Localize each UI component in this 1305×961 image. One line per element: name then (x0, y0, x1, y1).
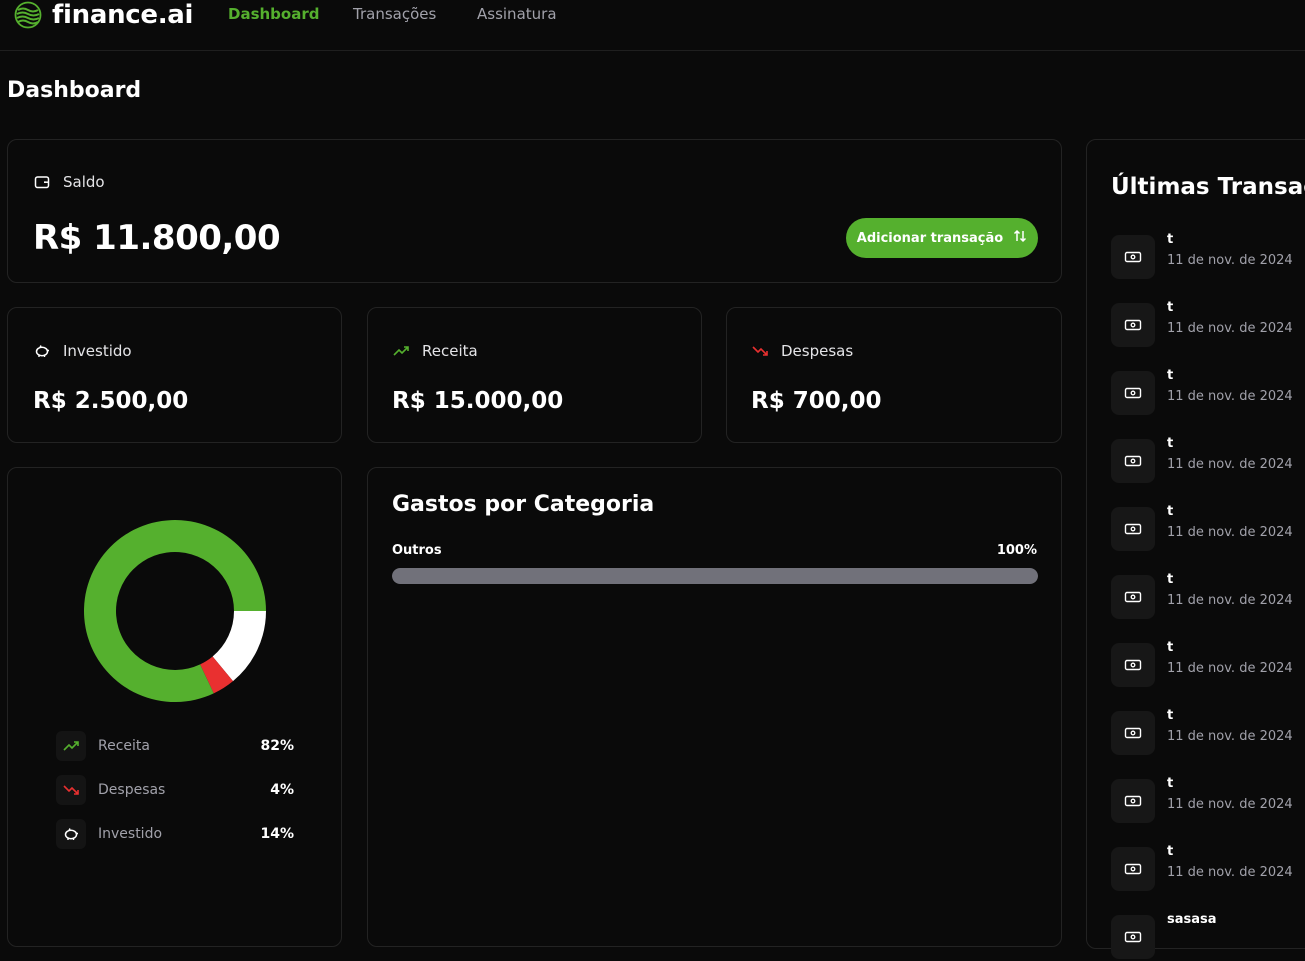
banknote-icon (1111, 303, 1155, 347)
transaction-item[interactable]: t 11 de nov. de 2024 (1111, 640, 1305, 689)
transaction-date: 11 de nov. de 2024 (1167, 661, 1293, 676)
category-progress-bar (392, 568, 1038, 584)
banknote-icon (1111, 371, 1155, 415)
add-transaction-label: Adicionar transação (856, 230, 1004, 246)
category-section-title: Gastos por Categoria (392, 492, 655, 517)
transaction-item[interactable]: t 11 de nov. de 2024 (1111, 232, 1305, 281)
banknote-icon (1111, 643, 1155, 687)
expenses-by-category-card: Gastos por Categoria Outros 100% (367, 467, 1062, 947)
transaction-date: 11 de nov. de 2024 (1167, 593, 1293, 608)
transactions-title: Últimas Transações (1111, 174, 1305, 200)
transaction-item[interactable]: t 11 de nov. de 2024 (1111, 776, 1305, 825)
receita-label: Receita (422, 342, 478, 360)
banknote-icon (1111, 847, 1155, 891)
balance-label-row: Saldo (33, 173, 105, 191)
transaction-name: t (1167, 436, 1174, 451)
transaction-item[interactable]: sasasa (1111, 912, 1305, 961)
wallet-icon (33, 173, 51, 191)
transaction-name: t (1167, 640, 1174, 655)
investido-label: Investido (63, 342, 132, 360)
receita-card: Receita R$ 15.000,00 (367, 307, 702, 443)
page-title: Dashboard (7, 78, 142, 103)
category-progress-fill (392, 568, 1038, 584)
legend-label: Despesas (98, 782, 166, 798)
receita-label-row: Receita (392, 342, 478, 360)
balance-label: Saldo (63, 173, 105, 191)
banknote-icon (1111, 915, 1155, 959)
transaction-item[interactable]: t 11 de nov. de 2024 (1111, 436, 1305, 485)
category-percent: 100% (996, 543, 1037, 558)
distribution-chart-card: Receita 82% Despesas 4% Investido 14% (7, 467, 342, 947)
transaction-item[interactable]: t 11 de nov. de 2024 (1111, 504, 1305, 553)
banknote-icon (1111, 439, 1155, 483)
latest-transactions-card: Últimas Transações t 11 de nov. de 2024 … (1086, 139, 1305, 959)
add-transaction-button[interactable]: Adicionar transação (846, 218, 1038, 258)
legend-pct: 14% (260, 826, 294, 842)
piggy-bank-icon (33, 342, 51, 360)
trending-up-icon (56, 731, 86, 761)
transaction-date: 11 de nov. de 2024 (1167, 321, 1293, 336)
legend-item-receita: Receita 82% (56, 731, 294, 761)
top-navbar: finance.ai Dashboard Transações Assinatu… (0, 0, 1305, 51)
despesas-label-row: Despesas (751, 342, 853, 360)
transaction-name: t (1167, 232, 1174, 247)
category-name: Outros (392, 543, 442, 558)
logo[interactable]: finance.ai (14, 0, 193, 32)
nav-dashboard[interactable]: Dashboard (228, 5, 319, 23)
donut-chart (84, 520, 267, 702)
legend-label: Receita (98, 738, 150, 754)
transaction-item[interactable]: t 11 de nov. de 2024 (1111, 572, 1305, 621)
legend-pct: 4% (270, 782, 294, 798)
receita-value: R$ 15.000,00 (392, 388, 564, 414)
transaction-item[interactable]: t 11 de nov. de 2024 (1111, 844, 1305, 893)
investido-value: R$ 2.500,00 (33, 388, 189, 414)
banknote-icon (1111, 711, 1155, 755)
transaction-date: 11 de nov. de 2024 (1167, 729, 1293, 744)
transaction-date: 11 de nov. de 2024 (1167, 865, 1293, 880)
despesas-value: R$ 700,00 (751, 388, 882, 414)
banknote-icon (1111, 235, 1155, 279)
transaction-item[interactable]: t 11 de nov. de 2024 (1111, 368, 1305, 417)
transaction-name: sasasa (1167, 912, 1217, 927)
trending-down-icon (751, 342, 769, 360)
arrow-up-down-icon (1013, 229, 1027, 247)
transaction-name: t (1167, 708, 1174, 723)
transaction-date: 11 de nov. de 2024 (1167, 389, 1293, 404)
balance-value: R$ 11.800,00 (33, 218, 281, 258)
investido-label-row: Investido (33, 342, 132, 360)
banknote-icon (1111, 779, 1155, 823)
transaction-name: t (1167, 572, 1174, 587)
transaction-name: t (1167, 300, 1174, 315)
transaction-item[interactable]: t 11 de nov. de 2024 (1111, 708, 1305, 757)
transaction-name: t (1167, 776, 1174, 791)
trending-up-icon (392, 342, 410, 360)
transaction-date: 11 de nov. de 2024 (1167, 525, 1293, 540)
logo-text: finance.ai (52, 0, 194, 30)
legend-label: Investido (98, 826, 163, 842)
investido-card: Investido R$ 2.500,00 (7, 307, 342, 443)
piggy-bank-icon (56, 819, 86, 849)
legend-pct: 82% (260, 738, 294, 754)
logo-icon (14, 1, 42, 29)
trending-down-icon (56, 775, 86, 805)
transaction-date: 11 de nov. de 2024 (1167, 253, 1293, 268)
transaction-item[interactable]: t 11 de nov. de 2024 (1111, 300, 1305, 349)
transaction-name: t (1167, 368, 1174, 383)
legend-item-despesas: Despesas 4% (56, 775, 294, 805)
banknote-icon (1111, 507, 1155, 551)
transaction-date: 11 de nov. de 2024 (1167, 457, 1293, 472)
balance-card: Saldo R$ 11.800,00 Adicionar transação (7, 139, 1062, 283)
banknote-icon (1111, 575, 1155, 619)
despesas-label: Despesas (781, 342, 854, 360)
nav-transacoes[interactable]: Transações (353, 5, 436, 23)
transaction-name: t (1167, 844, 1174, 859)
transaction-name: t (1167, 504, 1174, 519)
despesas-card: Despesas R$ 700,00 (726, 307, 1062, 443)
legend-item-investido: Investido 14% (56, 819, 294, 849)
nav-assinatura[interactable]: Assinatura (477, 5, 557, 23)
transaction-date: 11 de nov. de 2024 (1167, 797, 1293, 812)
